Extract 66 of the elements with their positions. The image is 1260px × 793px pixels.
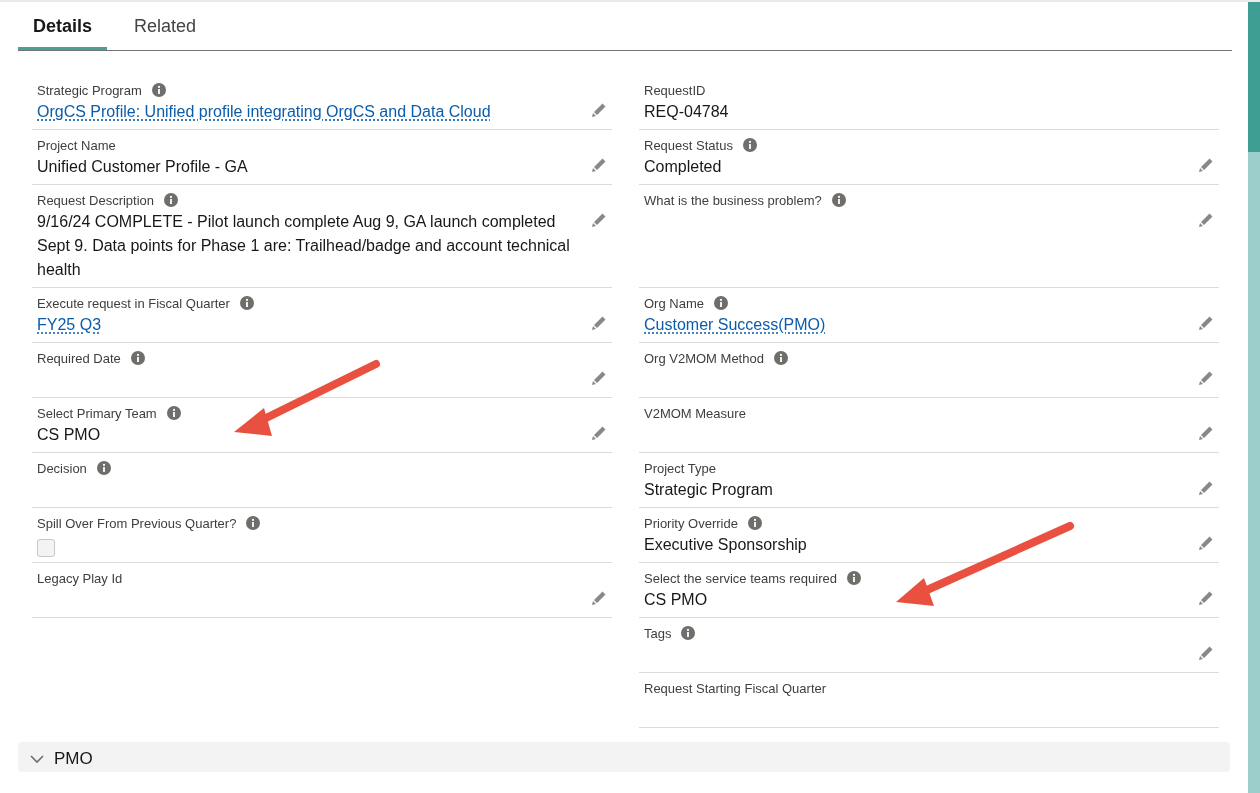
- field-label: Decision: [37, 460, 87, 476]
- field-value: 9/16/24 COMPLETE - Pilot launch complete Aug 9, GA launch completed Sept 9. Data points for Phase 1 are: Trailhead/badge and account technical health: [37, 212, 571, 280]
- info-icon[interactable]: [713, 296, 728, 310]
- pencil-icon[interactable]: [591, 370, 607, 386]
- info-icon[interactable]: [742, 138, 757, 152]
- section-title: PMO: [54, 749, 93, 769]
- info-icon[interactable]: [831, 193, 846, 207]
- field-link[interactable]: FY25 Q3: [37, 313, 122, 337]
- pencil-icon[interactable]: [1198, 157, 1214, 173]
- field-value: Completed: [644, 157, 723, 177]
- pencil-icon[interactable]: [1198, 212, 1214, 228]
- info-icon[interactable]: [246, 516, 261, 530]
- checkbox[interactable]: [37, 539, 55, 557]
- field-label: Request Status: [644, 137, 733, 153]
- field-label: Request Starting Fiscal Quarter: [644, 680, 827, 696]
- info-icon[interactable]: [747, 516, 762, 530]
- tab[interactable]: Details: [18, 13, 108, 50]
- field-label: Select the service teams required: [644, 570, 837, 586]
- field-label: Request Description: [37, 192, 155, 208]
- field-label: Org Name: [644, 295, 704, 311]
- section-header[interactable]: PMO: [18, 742, 1230, 772]
- field-value: CS PMO: [37, 425, 102, 445]
- field-label: Strategic Program: [37, 82, 142, 98]
- pencil-icon[interactable]: [1198, 480, 1214, 496]
- field-label: Priority Override: [644, 515, 738, 531]
- pencil-icon[interactable]: [1198, 590, 1214, 606]
- field-value: Executive Sponsorship: [644, 535, 808, 555]
- field-label: Required Date: [37, 350, 121, 366]
- pencil-icon[interactable]: [1198, 315, 1214, 331]
- info-icon[interactable]: [164, 193, 179, 207]
- field-label: Execute request in Fiscal Quarter: [37, 295, 230, 311]
- field-value: Unified Customer Profile - GA: [37, 157, 249, 177]
- field-label: Project Name: [37, 137, 116, 153]
- pencil-icon[interactable]: [591, 212, 607, 228]
- field-label: Select Primary Team: [37, 405, 157, 421]
- tab[interactable]: Related: [119, 13, 212, 50]
- pencil-icon[interactable]: [591, 315, 607, 331]
- pencil-icon[interactable]: [1198, 645, 1214, 661]
- info-icon[interactable]: [846, 571, 861, 585]
- field-link[interactable]: OrgCS Profile: Unified profile integrating OrgCS and Data Cloud: [37, 100, 511, 124]
- pencil-icon[interactable]: [1198, 370, 1214, 386]
- info-icon[interactable]: [773, 351, 788, 365]
- info-icon[interactable]: [96, 461, 111, 475]
- info-icon[interactable]: [151, 83, 166, 97]
- field-label: Tags: [644, 625, 672, 641]
- field-link[interactable]: Customer Success(PMO): [644, 313, 846, 337]
- field-label: Project Type: [644, 460, 717, 476]
- pencil-icon[interactable]: [1198, 535, 1214, 551]
- field-label: Spill Over From Previous Quarter?: [37, 515, 237, 531]
- pencil-icon[interactable]: [591, 157, 607, 173]
- info-icon[interactable]: [239, 296, 254, 310]
- pencil-icon[interactable]: [591, 590, 607, 606]
- field-label: V2MOM Measure: [644, 405, 746, 421]
- pencil-icon[interactable]: [591, 425, 607, 441]
- pencil-icon[interactable]: [591, 102, 607, 118]
- info-icon[interactable]: [166, 406, 181, 420]
- field-label: What is the business problem?: [644, 192, 822, 208]
- field-label: Org V2MOM Method: [644, 350, 764, 366]
- field-value: CS PMO: [644, 590, 709, 610]
- field-value: REQ-04784: [644, 102, 730, 122]
- pencil-icon[interactable]: [1198, 425, 1214, 441]
- info-icon[interactable]: [681, 626, 696, 640]
- field-value: Strategic Program: [644, 480, 774, 500]
- info-icon[interactable]: [130, 351, 145, 365]
- field-label: RequestID: [644, 82, 706, 98]
- field-label: Legacy Play Id: [37, 570, 123, 586]
